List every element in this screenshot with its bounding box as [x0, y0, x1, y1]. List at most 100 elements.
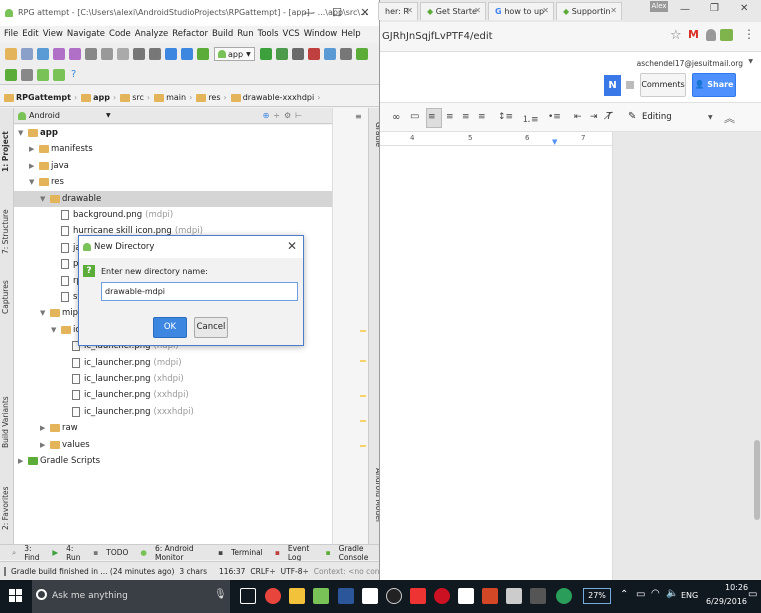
tree-file[interactable]: ic_launcher.png (xhdpi): [14, 371, 332, 387]
run-icon[interactable]: [259, 48, 272, 60]
tab-terminal[interactable]: ▪ Terminal: [212, 548, 263, 557]
breadcrumb-main[interactable]: main ›: [154, 93, 192, 102]
wifi-icon[interactable]: ◠: [651, 588, 660, 599]
sdk-manager-icon[interactable]: [323, 48, 336, 60]
align-right-icon[interactable]: ≡: [462, 112, 470, 122]
directory-name-input[interactable]: [101, 282, 298, 301]
tree-folder[interactable]: ▶ raw: [14, 420, 332, 436]
menu-build[interactable]: Build: [212, 29, 233, 39]
clock-time[interactable]: 10:26: [725, 583, 748, 592]
collapse-arrow-icon[interactable]: ▶: [18, 457, 28, 465]
right-indent-marker[interactable]: ▼: [552, 138, 557, 146]
itunes-icon[interactable]: [386, 588, 402, 604]
tab-gradle[interactable]: Gradle: [371, 122, 379, 162]
tree-file[interactable]: ▶ Gradle Scripts: [14, 453, 332, 469]
start-button[interactable]: [0, 580, 32, 613]
share-button[interactable]: 👤 Share: [692, 73, 736, 97]
tab-favorites[interactable]: 2: Favorites: [1, 470, 13, 530]
gmail-app-icon[interactable]: [410, 588, 426, 604]
chevron-up-icon[interactable]: ⌃: [620, 589, 628, 600]
tab-gradle-console[interactable]: ▪ Gradle Console: [320, 544, 380, 562]
cortana-search-box[interactable]: Ask me anything 🎙: [32, 580, 230, 613]
sdk-download-icon[interactable]: [53, 68, 65, 81]
cut-icon[interactable]: [85, 48, 97, 60]
comments-button[interactable]: Comments: [640, 73, 686, 97]
hide-panel-icon[interactable]: ⊢: [295, 111, 302, 120]
debug-icon[interactable]: [275, 48, 288, 60]
avd-manager-icon[interactable]: [355, 48, 368, 60]
collapse-arrow-icon[interactable]: ▶: [40, 424, 50, 432]
collapse-arrow-icon[interactable]: ▶: [40, 441, 50, 449]
comment-icon[interactable]: ▭: [410, 111, 419, 122]
editor-menu-icon[interactable]: ≡: [355, 112, 362, 121]
tree-folder[interactable]: ▼ app: [14, 125, 332, 141]
target-icon[interactable]: ⊕: [263, 111, 270, 120]
powerpoint-icon[interactable]: [482, 588, 498, 604]
menu-analyze[interactable]: Analyze: [135, 29, 169, 39]
help-icon[interactable]: ?: [71, 69, 76, 80]
gradle-sync-icon[interactable]: [5, 68, 17, 81]
chrome-tab[interactable]: her: R ✕: [378, 2, 418, 20]
chrome-menu-icon[interactable]: ⋮: [743, 27, 755, 41]
scrollbar-thumb[interactable]: [754, 440, 760, 520]
breadcrumb-drawable-xxxhdpi[interactable]: drawable-xxxhdpi ›: [230, 93, 320, 102]
clear-formatting-icon[interactable]: T̸: [606, 111, 612, 122]
gear-icon[interactable]: ⚙: [284, 111, 291, 120]
device-monitor-icon[interactable]: [21, 68, 33, 81]
collapse-toolbar-icon[interactable]: ︽: [724, 110, 735, 126]
tree-folder[interactable]: ▶ values: [14, 437, 332, 453]
maximize-icon[interactable]: ☐: [324, 4, 350, 22]
shield-icon[interactable]: [706, 29, 716, 41]
editing-mode-select[interactable]: Editing: [642, 112, 672, 122]
tab-structure[interactable]: 7: Structure: [1, 184, 13, 254]
menu-edit[interactable]: Edit: [22, 29, 38, 39]
increase-indent-icon[interactable]: ⇥: [590, 112, 598, 122]
window-icon[interactable]: [506, 588, 522, 604]
menu-navigate[interactable]: Navigate: [67, 29, 105, 39]
docs-ruler[interactable]: 4 5 6 7 ▼: [380, 132, 612, 146]
tree-file[interactable]: ic_launcher.png (mdpi): [14, 355, 332, 371]
back-icon[interactable]: [165, 48, 177, 60]
cancel-button[interactable]: Cancel: [194, 317, 228, 338]
status-position[interactable]: 116:37: [219, 567, 245, 576]
paste-icon[interactable]: [117, 48, 129, 60]
volume-icon[interactable]: 🔈: [666, 588, 678, 599]
tree-file[interactable]: ic_launcher.png (xxxhdpi): [14, 404, 332, 420]
star-icon[interactable]: ☆: [670, 28, 682, 43]
notifications-icon[interactable]: ▭: [748, 589, 757, 600]
project-structure-icon[interactable]: [339, 48, 352, 60]
menu-file[interactable]: File: [4, 29, 18, 39]
tree-file[interactable]: ic_launcher.png (xxhdpi): [14, 387, 332, 403]
tab-captures[interactable]: Captures: [1, 264, 13, 314]
battery-indicator[interactable]: 27%: [583, 588, 611, 604]
task-view-icon[interactable]: [240, 588, 256, 604]
tree-folder[interactable]: ▼ res: [14, 174, 332, 190]
word-icon[interactable]: [338, 588, 354, 604]
language-indicator[interactable]: ENG: [681, 591, 698, 600]
profile-badge[interactable]: Alex: [650, 1, 668, 12]
line-spacing-icon[interactable]: ↕≡: [498, 112, 513, 122]
minimize-icon[interactable]: —: [680, 4, 690, 15]
chrome-omnibox[interactable]: GJRhJnSqjfLvPTF4/edit ☆ M ⋮: [380, 22, 761, 52]
status-message[interactable]: Gradle build finished in ... (24 minutes…: [11, 567, 174, 576]
status-line-separator[interactable]: CRLF÷: [250, 567, 275, 576]
numbered-list-icon[interactable]: ⒈≡: [522, 112, 539, 125]
menu-tools[interactable]: Tools: [258, 29, 279, 39]
attach-debugger-icon[interactable]: [291, 48, 304, 60]
app-icon[interactable]: [556, 588, 572, 604]
forward-icon[interactable]: [181, 48, 193, 60]
tree-folder[interactable]: ▶ java: [14, 158, 332, 174]
collapse-arrow-icon[interactable]: ▶: [29, 145, 39, 153]
tree-folder[interactable]: ▶ manifests: [14, 141, 332, 157]
tab-event-log[interactable]: ▪ Event Log: [269, 544, 314, 562]
breadcrumb-src[interactable]: src ›: [120, 93, 150, 102]
breadcrumb-res[interactable]: res ›: [196, 93, 227, 102]
docs-addon-logo[interactable]: N: [604, 75, 621, 96]
microphone-icon[interactable]: 🎙: [214, 589, 227, 600]
android-studio-taskbar-icon[interactable]: [313, 588, 329, 604]
tab-build-variants[interactable]: Build Variants: [1, 378, 13, 448]
close-icon[interactable]: ✕: [542, 6, 549, 15]
expand-arrow-icon[interactable]: ▼: [51, 326, 61, 334]
find-icon[interactable]: [133, 48, 145, 60]
chrome-tab[interactable]: G how to up ✕: [488, 2, 554, 20]
